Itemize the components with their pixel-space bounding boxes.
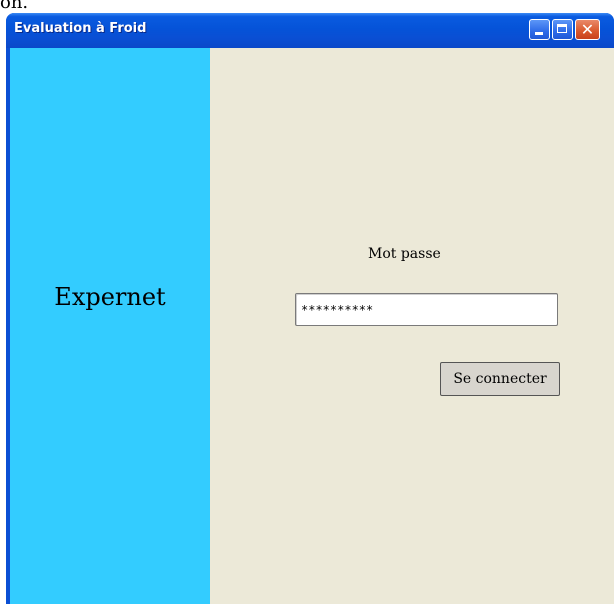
window-title: Evaluation à Froid xyxy=(14,21,147,36)
app-window: Evaluation à Froid ✕ Expernet Mot passe … xyxy=(6,13,614,604)
maximize-button[interactable] xyxy=(552,19,573,40)
connect-button[interactable]: Se connecter xyxy=(440,362,560,396)
password-field[interactable] xyxy=(295,293,558,326)
close-icon: ✕ xyxy=(580,20,595,39)
background-caption: on. xyxy=(0,0,29,13)
title-bar[interactable]: Evaluation à Froid ✕ xyxy=(6,13,614,48)
brand-name: Expernet xyxy=(54,283,166,311)
minimize-button[interactable] xyxy=(529,19,550,40)
password-label: Mot passe xyxy=(368,246,441,262)
client-area: Expernet Mot passe Se connecter xyxy=(10,48,614,604)
close-button[interactable]: ✕ xyxy=(575,19,600,40)
maximize-icon xyxy=(557,24,567,33)
minimize-icon xyxy=(535,32,543,35)
brand-panel: Expernet xyxy=(10,48,210,604)
